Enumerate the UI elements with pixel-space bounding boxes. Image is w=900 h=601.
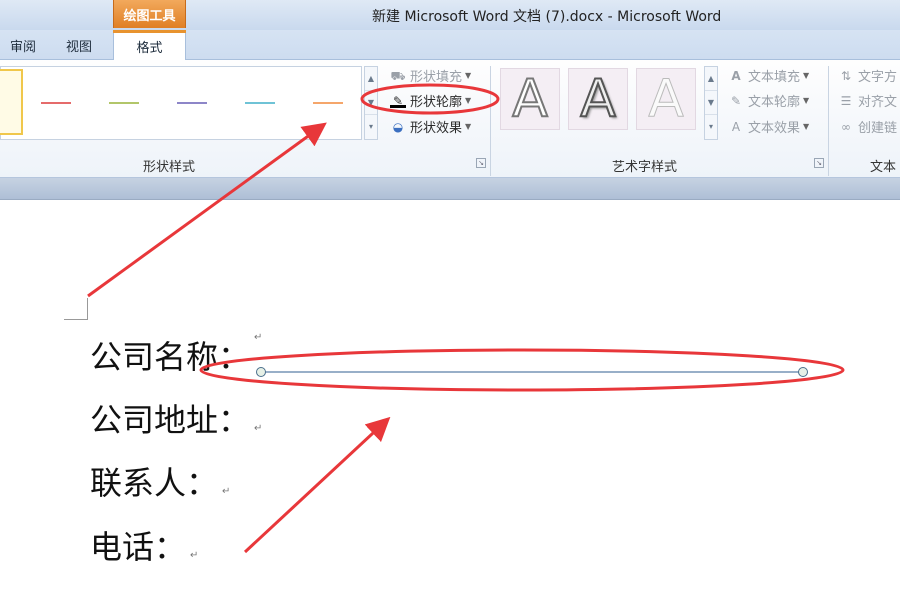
dropdown-arrow-icon: ▼ — [465, 71, 472, 80]
doc-line-phone[interactable]: 电话： ↵ — [90, 522, 198, 568]
tab-format[interactable]: 格式 — [113, 30, 186, 61]
dropdown-arrow-icon: ▼ — [465, 96, 472, 105]
ruler-strip — [0, 178, 900, 200]
align-text-icon: ☰ — [840, 93, 852, 108]
dialog-launcher-icon[interactable]: ↘ — [476, 158, 486, 168]
dropdown-arrow-icon: ▼ — [803, 96, 810, 105]
gallery-more-icon[interactable]: ▾ — [365, 115, 377, 139]
text-direction-icon: ⇅ — [840, 68, 852, 83]
drawing-tools-header: 绘图工具 — [113, 0, 186, 28]
wordart-style-1[interactable]: A — [500, 68, 560, 130]
text-effects-button[interactable]: A 文本效果 ▼ — [728, 117, 810, 137]
paragraph-mark: ↵ — [190, 550, 199, 561]
dropdown-arrow-icon: ▼ — [803, 122, 810, 131]
shape-outline-button[interactable]: ✎ 形状轮廓 ▼ — [390, 91, 471, 110]
doc-line-company-address[interactable]: 公司地址： ↵ — [90, 395, 262, 441]
shape-styles-group-label: 形状样式 — [143, 160, 196, 175]
paragraph-mark: ↵ — [254, 332, 263, 343]
paragraph-mark: ↵ — [254, 423, 263, 434]
gallery-more-icon[interactable]: ▾ — [705, 115, 717, 139]
shape-styles-gallery[interactable] — [0, 66, 362, 140]
group-divider — [490, 66, 491, 176]
wordart-styles-group-label: 艺术字样式 — [612, 160, 678, 175]
scroll-up-icon[interactable]: ▲ — [365, 67, 377, 91]
text-effects-icon: A — [731, 119, 741, 134]
shape-gallery-scroll[interactable]: ▲ ▼ ▾ — [364, 66, 378, 140]
scroll-down-icon[interactable]: ▼ — [365, 91, 377, 115]
title-bar: 绘图工具 新建 Microsoft Word 文档 (7).docx - Mic… — [0, 0, 900, 30]
paragraph-mark: ↵ — [222, 486, 231, 497]
document-page[interactable]: 公司名称：↵ 公司地址： ↵ 联系人： ↵ 电话： ↵ — [0, 200, 900, 601]
shape-effects-icon: ◒ — [392, 119, 404, 134]
wordart-style-2[interactable]: A — [568, 68, 628, 130]
word-window: 绘图工具 新建 Microsoft Word 文档 (7).docx - Mic… — [0, 0, 900, 601]
text-outline-button[interactable]: ✎ 文本轮廓 ▼ — [728, 91, 810, 111]
paint-bucket-icon: ⛟ — [390, 68, 406, 83]
dropdown-arrow-icon: ▼ — [803, 71, 810, 80]
dropdown-arrow-icon: ▼ — [465, 122, 472, 131]
shape-fill-button[interactable]: ⛟ 形状填充 ▼ — [390, 66, 472, 86]
wordart-gallery-scroll[interactable]: ▲ ▼ ▾ — [704, 66, 718, 140]
create-link-button[interactable]: ∞ 创建链 — [838, 117, 897, 137]
ribbon-tabs: 审阅 视图 格式 — [0, 30, 900, 61]
line-style-red[interactable] — [41, 102, 71, 104]
text-direction-button[interactable]: ⇅ 文字方 — [838, 66, 897, 86]
text-fill-button[interactable]: A 文本填充 ▼ — [728, 66, 810, 86]
line-style-aqua[interactable] — [245, 102, 275, 104]
selected-style-thumbnail[interactable] — [0, 69, 23, 135]
window-title: 新建 Microsoft Word 文档 (7).docx - Microsof… — [372, 9, 722, 25]
line-style-orange[interactable] — [313, 102, 343, 104]
scroll-up-icon[interactable]: ▲ — [705, 67, 717, 91]
pencil-outline-icon: ✎ — [390, 94, 406, 108]
line-style-purple[interactable] — [177, 102, 207, 104]
doc-line-company-name[interactable]: 公司名称：↵ — [90, 332, 262, 378]
group-divider — [828, 66, 829, 176]
dialog-launcher-icon[interactable]: ↘ — [814, 158, 824, 168]
doc-line-contact[interactable]: 联系人： ↵ — [90, 458, 230, 504]
tab-view[interactable]: 视图 — [66, 36, 92, 55]
ribbon: ▲ ▼ ▾ ⛟ 形状填充 ▼ ✎ 形状轮廓 ▼ ◒ 形状效果 ▼ 形状样式 ↘ … — [0, 60, 900, 178]
tab-review[interactable]: 审阅 — [10, 36, 36, 55]
margin-corner-mark — [64, 298, 88, 320]
wordart-style-3[interactable]: A — [636, 68, 696, 130]
text-group-label: 文本 — [870, 160, 897, 175]
align-text-button[interactable]: ☰ 对齐文 — [838, 91, 897, 111]
line-style-green[interactable] — [109, 102, 139, 104]
text-outline-icon: ✎ — [730, 93, 742, 108]
text-fill-icon: A — [731, 68, 741, 83]
link-icon: ∞ — [841, 119, 851, 134]
shape-effects-button[interactable]: ◒ 形状效果 ▼ — [390, 117, 472, 137]
scroll-down-icon[interactable]: ▼ — [705, 91, 717, 115]
